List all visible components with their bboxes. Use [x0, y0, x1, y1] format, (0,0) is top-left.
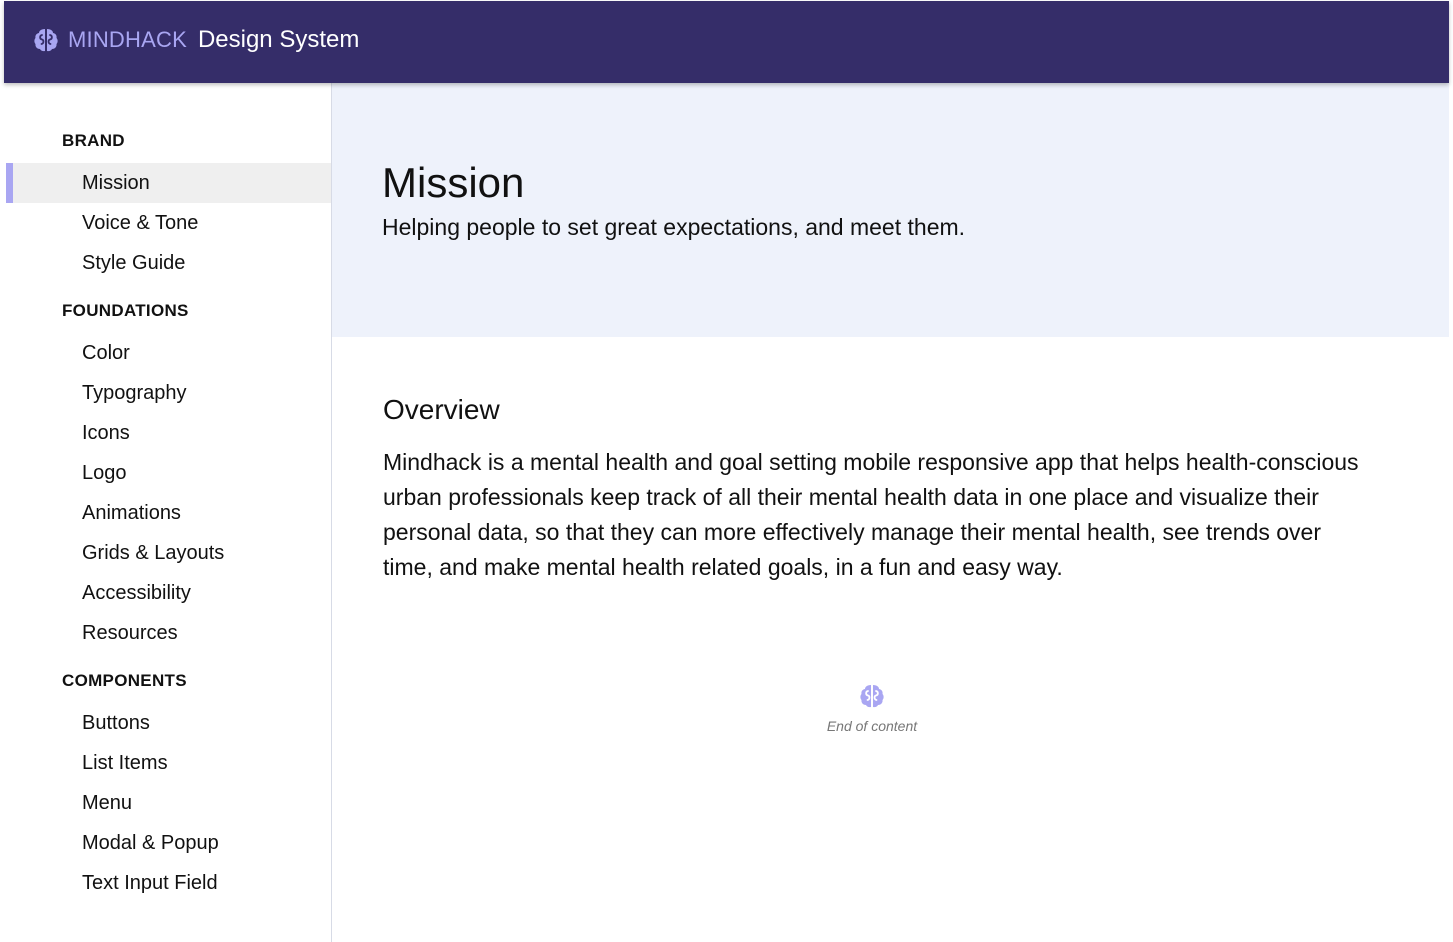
page-subtitle: Helping people to set great expectations… [382, 214, 966, 240]
overview-body: Mindhack is a mental health and goal set… [383, 449, 1359, 580]
page-title: Mission [382, 159, 525, 206]
overview-heading: Overview [383, 394, 500, 425]
sidebar-item-resources[interactable]: Resources [6, 613, 331, 653]
sidebar-item-voice-tone[interactable]: Voice & Tone [6, 203, 331, 243]
brand-subtitle: Design System [197, 26, 360, 53]
brand[interactable]: MINDHACK Design System [33, 26, 359, 54]
section-title-components: COMPONENTS [62, 671, 187, 690]
section-title-brand: BRAND [62, 131, 125, 150]
sidebar-item-modal-popup[interactable]: Modal & Popup [6, 823, 331, 863]
sidebar-item-menu[interactable]: Menu [6, 783, 331, 823]
brain-icon [859, 683, 885, 709]
sidebar-item-grids-layouts[interactable]: Grids & Layouts [6, 533, 331, 573]
brain-icon [33, 27, 59, 53]
sidebar-item-accessibility[interactable]: Accessibility [6, 573, 331, 613]
hero-banner: Mission Helping people to set great expe… [332, 83, 1449, 337]
sidebar-nav: BRAND Mission Voice & Tone Style Guide F… [4, 83, 332, 942]
sidebar-item-list-items[interactable]: List Items [6, 743, 331, 783]
sidebar-item-icons[interactable]: Icons [6, 413, 331, 453]
top-header: MINDHACK Design System [4, 1, 1449, 83]
section-title-foundations: FOUNDATIONS [62, 301, 189, 320]
sidebar-item-typography[interactable]: Typography [6, 373, 331, 413]
end-of-content-text: End of content [826, 718, 918, 734]
sidebar-item-style-guide[interactable]: Style Guide [6, 243, 331, 283]
sidebar-item-color[interactable]: Color [6, 333, 331, 373]
sidebar-item-mission[interactable]: Mission [6, 163, 331, 203]
app-window: MINDHACK Design System BRAND Mission Voi… [4, 1, 1449, 942]
sidebar-item-buttons[interactable]: Buttons [6, 703, 331, 743]
brand-name: MINDHACK [68, 27, 187, 52]
end-of-content: End of content [772, 683, 972, 734]
sidebar-item-animations[interactable]: Animations [6, 493, 331, 533]
main-content: Mission Helping people to set great expe… [332, 83, 1449, 942]
sidebar-item-logo[interactable]: Logo [6, 453, 331, 493]
sidebar-item-text-input-field[interactable]: Text Input Field [6, 863, 331, 903]
